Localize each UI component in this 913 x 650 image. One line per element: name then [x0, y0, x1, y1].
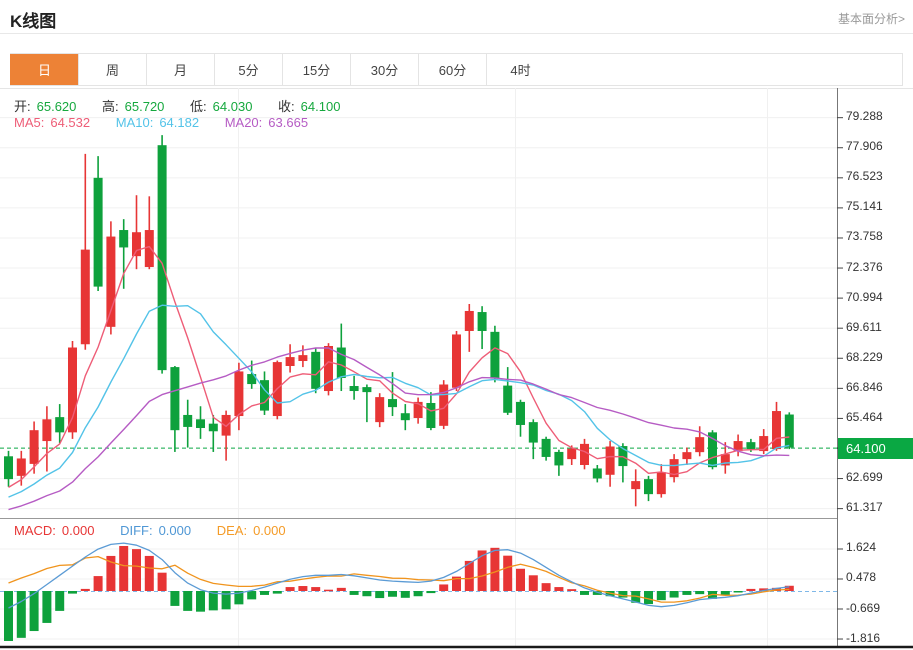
low-value: 64.030 [213, 99, 253, 114]
price-axis-label: 61.317 [846, 500, 883, 514]
price-axis-label: 62.699 [846, 470, 883, 484]
close-label: 收: [278, 99, 295, 114]
price-axis-label: 68.229 [846, 350, 883, 364]
ma10-value: 64.182 [159, 115, 199, 130]
low-label: 低: [190, 99, 207, 114]
macd-readout: MACD: 0.000 DIFF: 0.000 DEA: 0.000 [14, 523, 292, 538]
price-axis-label: 65.464 [846, 410, 883, 424]
price-axis-label: 77.906 [846, 139, 883, 153]
diff-value: 0.000 [159, 523, 192, 538]
ma-readout: MA5: 64.532 MA10: 64.182 MA20: 63.665 [14, 115, 314, 130]
macd-label: MACD: [14, 523, 56, 538]
ma5-label: MA5: [14, 115, 44, 130]
price-axis-label: 76.523 [846, 169, 883, 183]
macd-value: 0.000 [62, 523, 95, 538]
price-axis-label: 72.376 [846, 260, 883, 274]
macd-axis-label: 0.478 [846, 570, 876, 584]
dea-label: DEA: [217, 523, 247, 538]
price-axis-label: 66.846 [846, 380, 883, 394]
diff-label: DIFF: [120, 523, 153, 538]
ma20-value: 63.665 [268, 115, 308, 130]
price-axis-label: 70.994 [846, 290, 883, 304]
close-value: 64.100 [301, 99, 341, 114]
chart-area: 开: 65.620 高: 65.720 低: 64.030 收: 64.100 MA5:… [0, 0, 913, 650]
open-value: 65.620 [37, 99, 77, 114]
macd-axis-label: -1.816 [846, 631, 880, 645]
open-label: 开: [14, 99, 31, 114]
high-label: 高: [102, 99, 119, 114]
macd-axis-label: 1.624 [846, 540, 876, 554]
ma20-label: MA20: [225, 115, 263, 130]
ma10-label: MA10: [116, 115, 154, 130]
price-axis-label: 69.611 [846, 320, 882, 334]
high-value: 65.720 [125, 99, 165, 114]
macd-axis-label: -0.669 [846, 601, 880, 615]
ohlc-readout: 开: 65.620 高: 65.720 低: 64.030 收: 64.100 [14, 96, 346, 115]
price-axis-label: 75.141 [846, 199, 883, 213]
ma5-value: 64.532 [50, 115, 90, 130]
kline-page: K线图 基本面分析> 日周月5分15分30分60分4时 开:65.620 高:6… [0, 0, 913, 650]
current-price-badge: 64.100 [838, 438, 913, 459]
price-axis-label: 79.288 [846, 109, 883, 123]
price-axis-label: 73.758 [846, 229, 883, 243]
dea-value: 0.000 [253, 523, 286, 538]
